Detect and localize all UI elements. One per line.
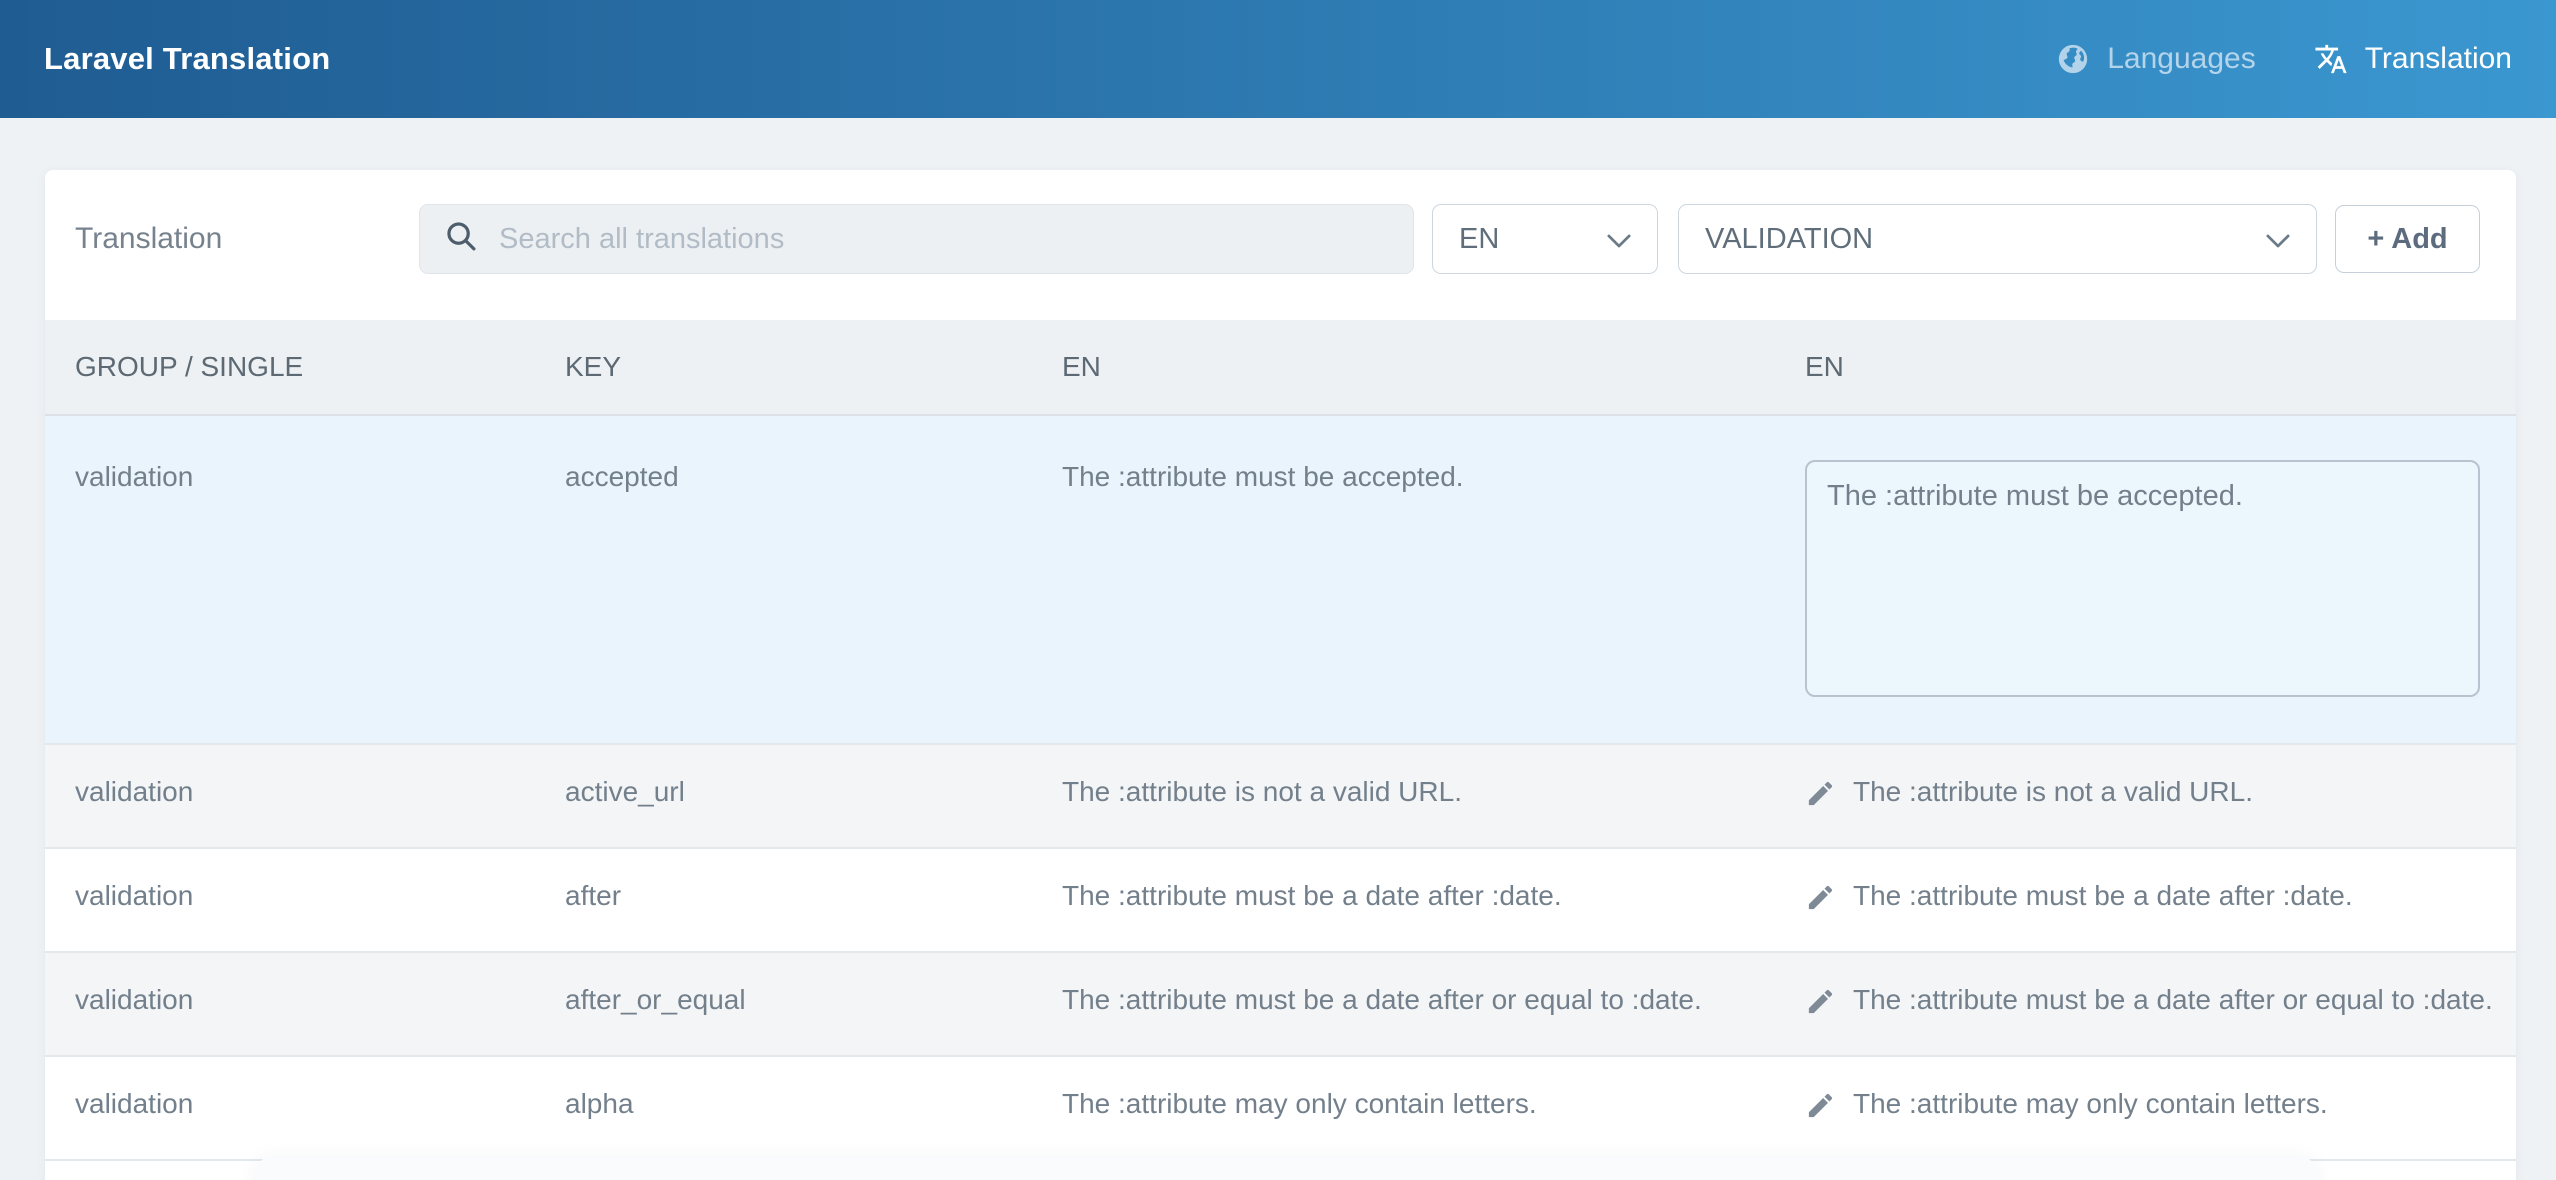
- cell-key[interactable]: after_or_equal: [535, 952, 1032, 1056]
- app-title: Laravel Translation: [44, 41, 330, 77]
- translation-view[interactable]: The :attribute must be a date after or e…: [1805, 983, 2516, 1025]
- translation-text: The :attribute may only contain letters.: [1853, 1087, 2328, 1121]
- translation-view[interactable]: The :attribute must be a date after :dat…: [1805, 879, 2516, 921]
- cell-group[interactable]: validation: [45, 1056, 535, 1160]
- cell-translation[interactable]: The :attribute may only contain letters.: [1775, 1056, 2516, 1160]
- header-group-single: GROUP / SINGLE: [45, 320, 535, 415]
- search-icon: [444, 219, 479, 259]
- cell-translation[interactable]: The :attribute must be a date after :dat…: [1775, 848, 2516, 952]
- cell-translation[interactable]: The :attribute is not a valid URL.: [1775, 744, 2516, 848]
- chevron-down-icon: [2266, 223, 2290, 256]
- group-select-value: VALIDATION: [1705, 223, 1873, 256]
- cell-group[interactable]: validation: [45, 848, 535, 952]
- pencil-icon[interactable]: [1805, 1090, 1836, 1129]
- table-row[interactable]: validation after The :attribute must be …: [45, 848, 2516, 952]
- table-row[interactable]: validation active_url The :attribute is …: [45, 744, 2516, 848]
- translation-text: The :attribute must be a date after :dat…: [1853, 879, 2353, 913]
- bottom-popover-edge: [255, 1157, 2317, 1180]
- cell-group[interactable]: validation: [45, 952, 535, 1056]
- cell-key[interactable]: alpha: [535, 1056, 1032, 1160]
- cell-translation[interactable]: [1775, 415, 2516, 744]
- table-row[interactable]: validation after_or_equal The :attribute…: [45, 952, 2516, 1056]
- nav-link-label: Translation: [2365, 42, 2512, 76]
- chevron-down-icon: [1607, 223, 1631, 256]
- translate-icon: [2314, 42, 2348, 76]
- cell-key[interactable]: accepted: [535, 415, 1032, 744]
- table-header-row: GROUP / SINGLE KEY EN EN: [45, 320, 2516, 415]
- cell-translation[interactable]: The :attribute must be a date after or e…: [1775, 952, 2516, 1056]
- cell-group[interactable]: validation: [45, 415, 535, 744]
- translation-view[interactable]: The :attribute may only contain letters.: [1805, 1087, 2516, 1129]
- translation-view[interactable]: The :attribute is not a valid URL.: [1805, 775, 2516, 817]
- search-input[interactable]: [497, 222, 1389, 257]
- cell-group[interactable]: validation: [45, 744, 535, 848]
- group-select[interactable]: VALIDATION: [1678, 204, 2317, 274]
- cell-key[interactable]: active_url: [535, 744, 1032, 848]
- header-key: KEY: [535, 320, 1032, 415]
- table-row[interactable]: validation accepted The :attribute must …: [45, 415, 2516, 744]
- add-button-label: + Add: [2367, 223, 2447, 256]
- translation-text: The :attribute must be a date after or e…: [1853, 983, 2493, 1017]
- nav-link-languages[interactable]: Languages: [2056, 42, 2255, 76]
- cell-key[interactable]: after: [535, 848, 1032, 952]
- translation-textarea[interactable]: [1805, 460, 2480, 697]
- table-row[interactable]: validation alpha The :attribute may only…: [45, 1056, 2516, 1160]
- nav-link-label: Languages: [2107, 42, 2255, 76]
- cell-source[interactable]: The :attribute must be a date after or e…: [1032, 952, 1775, 1056]
- language-select-value: EN: [1459, 223, 1499, 256]
- translations-table: GROUP / SINGLE KEY EN EN validation acce…: [45, 320, 2516, 1161]
- page-title: Translation: [75, 222, 419, 256]
- translation-card: Translation EN VALIDATION + Add: [45, 170, 2516, 1180]
- header-source-lang: EN: [1032, 320, 1775, 415]
- cell-source[interactable]: The :attribute must be a date after :dat…: [1032, 848, 1775, 952]
- pencil-icon[interactable]: [1805, 986, 1836, 1025]
- cell-source[interactable]: The :attribute may only contain letters.: [1032, 1056, 1775, 1160]
- navbar: Laravel Translation Languages Translatio…: [0, 0, 2556, 118]
- navbar-links: Languages Translation: [2056, 42, 2512, 76]
- add-button[interactable]: + Add: [2335, 205, 2480, 273]
- cell-source[interactable]: The :attribute is not a valid URL.: [1032, 744, 1775, 848]
- translation-text: The :attribute is not a valid URL.: [1853, 775, 2253, 809]
- language-select[interactable]: EN: [1432, 204, 1658, 274]
- table-body: validation accepted The :attribute must …: [45, 415, 2516, 1160]
- cell-source[interactable]: The :attribute must be accepted.: [1032, 415, 1775, 744]
- search-box[interactable]: [419, 204, 1414, 274]
- pencil-icon[interactable]: [1805, 882, 1836, 921]
- pencil-icon[interactable]: [1805, 778, 1836, 817]
- header-target-lang: EN: [1775, 320, 2516, 415]
- toolbar: Translation EN VALIDATION + Add: [45, 170, 2516, 320]
- nav-link-translation[interactable]: Translation: [2314, 42, 2512, 76]
- globe-icon: [2056, 42, 2090, 76]
